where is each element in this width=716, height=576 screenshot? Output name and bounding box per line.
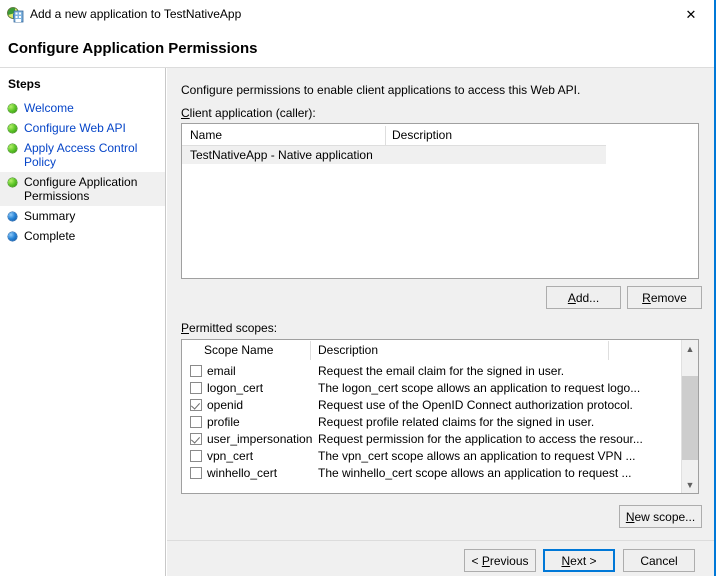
step-bullet-icon [8,144,17,153]
scroll-down-icon[interactable]: ▼ [682,476,698,493]
add-button[interactable]: Add... [546,286,621,309]
scope-checkbox[interactable] [190,416,202,428]
column-header-scope-name[interactable]: Scope Name [204,343,273,357]
scope-name: logon_cert [207,380,263,397]
step-bullet-icon [8,178,17,187]
previous-accesskey: P [482,554,490,568]
step-bullet-icon [8,104,17,113]
content-panel: Configure permissions to enable client a… [167,68,714,540]
sidebar-item-configure-application-permissions[interactable]: Configure Application Permissions [0,172,165,206]
new-scope-button[interactable]: New scope... [619,505,702,528]
step-bullet-icon [8,124,17,133]
scope-checkbox[interactable] [190,399,202,411]
sidebar-item-complete[interactable]: Complete [0,226,165,246]
sidebar-item-welcome[interactable]: Welcome [0,98,165,118]
wizard-window: Add a new application to TestNativeApp ✕… [0,0,716,576]
permitted-scopes-list[interactable]: Scope Name Description email Request the… [181,339,699,494]
table-row[interactable]: profile Request profile related claims f… [182,414,681,431]
scope-description: Request profile related claims for the s… [318,414,594,431]
cancel-button[interactable]: Cancel [623,549,695,572]
sidebar-item-label: Complete [24,229,75,243]
scope-description: The vpn_cert scope allows an application… [318,448,636,465]
next-accesskey: N [561,554,570,568]
table-row[interactable]: vpn_cert The vpn_cert scope allows an ap… [182,448,681,465]
title-bar: Add a new application to TestNativeApp ✕ [0,0,714,30]
scope-checkbox[interactable] [190,433,202,445]
scope-description: Request the email claim for the signed i… [318,363,564,380]
scope-name: email [207,363,236,380]
scopes-scrollbar[interactable]: ▲ ▼ [681,340,698,493]
remove-button-label: emove [651,291,687,305]
scope-name: user_impersonation [207,431,312,448]
table-row[interactable]: logon_cert The logon_cert scope allows a… [182,380,681,397]
scope-description: The logon_cert scope allows an applicati… [318,380,640,397]
remove-button-accesskey: R [642,291,651,305]
sidebar-item-label: Summary [24,209,75,223]
table-row[interactable]: user_impersonation Request permission fo… [182,431,681,448]
new-scope-label: ew scope... [634,510,695,524]
sidebar-item-configure-web-api[interactable]: Configure Web API [0,118,165,138]
previous-button[interactable]: < Previous [464,549,536,572]
scope-checkbox[interactable] [190,450,202,462]
scope-checkbox[interactable] [190,382,202,394]
column-separator [385,126,386,145]
sidebar-item-apply-access-control-policy[interactable]: Apply Access Control Policy [0,138,165,172]
scope-name: winhello_cert [207,465,277,482]
table-row[interactable]: openid Request use of the OpenID Connect… [182,397,681,414]
previous-label: revious [490,554,529,568]
table-row[interactable]: email Request the email claim for the si… [182,363,681,380]
steps-sidebar: Steps Welcome Configure Web API Apply Ac… [0,68,166,576]
scopes-label-accesskey: P [181,321,189,335]
client-label-accesskey: C [181,106,190,120]
scope-checkbox[interactable] [190,467,202,479]
window-title: Add a new application to TestNativeApp [30,7,241,21]
sidebar-item-summary[interactable]: Summary [0,206,165,226]
table-row[interactable]: winhello_cert The winhello_cert scope al… [182,465,681,482]
application-globe-icon [7,7,24,23]
column-separator [310,341,311,360]
sidebar-item-label: Welcome [24,101,74,115]
scope-name: vpn_cert [207,448,253,465]
add-button-label: dd... [576,291,599,305]
scope-description: The winhello_cert scope allows an applic… [318,465,632,482]
table-row[interactable]: TestNativeApp - Native application [182,146,606,164]
client-list-header: Name Description [182,124,606,146]
step-bullet-icon [8,232,17,241]
column-header-description[interactable]: Description [318,343,378,357]
add-button-accesskey: A [568,291,576,305]
scopes-label-rest: ermitted scopes: [189,321,277,335]
close-icon[interactable]: ✕ [668,0,714,30]
client-application-label: Client application (caller): [181,106,316,120]
step-bullet-icon [8,212,17,221]
client-applications-list[interactable]: Name Description TestNativeApp - Native … [181,123,699,279]
navigation-bar: < Previous Next > Cancel [167,541,714,576]
scope-checkbox[interactable] [190,365,202,377]
column-header-description[interactable]: Description [392,128,452,142]
scope-name: openid [207,397,243,414]
next-button[interactable]: Next > [543,549,615,572]
cancel-label: Cancel [640,554,677,568]
permitted-scopes-label: Permitted scopes: [181,321,277,335]
scope-description: Request use of the OpenID Connect author… [318,397,633,414]
next-label: ext [570,554,586,568]
steps-list: Welcome Configure Web API Apply Access C… [0,98,165,246]
scrollbar-thumb[interactable] [682,376,698,460]
page-title: Configure Application Permissions [8,40,257,57]
column-header-name[interactable]: Name [190,128,222,142]
steps-title: Steps [8,77,41,91]
scope-description: Request permission for the application t… [318,431,643,448]
sidebar-item-label: Apply Access Control Policy [24,141,137,169]
column-separator [608,341,609,360]
sidebar-item-label: Configure Web API [24,121,126,135]
scroll-up-icon[interactable]: ▲ [682,340,698,357]
scope-name: profile [207,414,240,431]
remove-button[interactable]: Remove [627,286,702,309]
previous-prefix: < [471,554,481,568]
sidebar-item-label: Configure Application Permissions [24,175,137,203]
client-label-rest: lient application (caller): [190,106,316,120]
scopes-list-header: Scope Name Description [182,340,681,361]
next-suffix: > [586,554,596,568]
intro-text: Configure permissions to enable client a… [181,83,580,97]
